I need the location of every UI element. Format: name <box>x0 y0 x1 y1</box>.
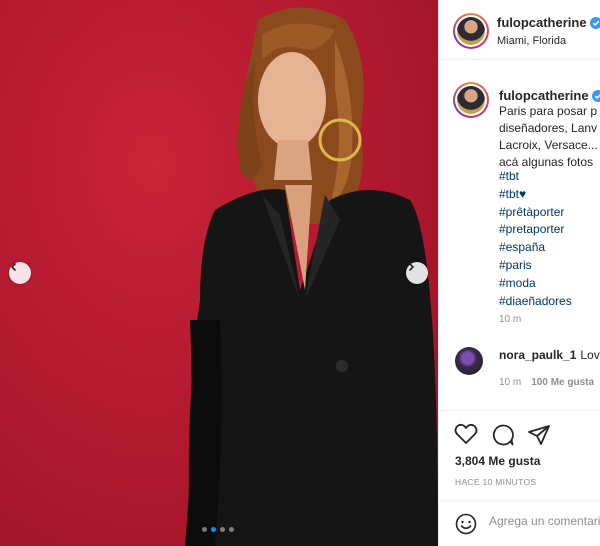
header-username[interactable]: fulopcatherine <box>497 15 600 30</box>
comment-body: nora_paulk_1 Love <box>499 348 600 362</box>
chevron-right-icon <box>408 262 415 272</box>
share-icon[interactable] <box>527 423 551 447</box>
slide-dot-active <box>211 527 216 532</box>
comment-username[interactable]: nora_paulk_1 <box>499 348 576 362</box>
previous-slide-button[interactable] <box>9 262 31 284</box>
post-image-illustration <box>185 7 438 546</box>
hashtag-link[interactable]: #tbt <box>499 168 572 186</box>
hashtag-link[interactable]: #paris <box>499 257 572 275</box>
caption-line: Lacroix, Versace... <box>499 138 598 152</box>
caption-line: Paris para posar p <box>499 104 598 118</box>
verified-badge-icon <box>589 17 600 29</box>
caption-timestamp[interactable]: 10 m <box>499 314 521 325</box>
caption-line: diseñadores, Lanv <box>499 121 598 135</box>
post-location[interactable]: Miami, Florida <box>497 35 566 47</box>
verified-badge-icon <box>591 90 600 102</box>
emoji-icon[interactable] <box>455 513 477 535</box>
hashtag-link[interactable]: #españa <box>499 239 572 257</box>
comment-likes[interactable]: 100 Me gusta <box>531 377 594 388</box>
comment-icon[interactable] <box>491 423 515 447</box>
post-details-panel: fulopcatherine Miami, Florida fulopcathe… <box>438 0 600 546</box>
slide-dot <box>202 527 207 532</box>
comment-timestamp[interactable]: 10 m <box>499 377 521 388</box>
comment-meta: 10 m 100 Me gusta <box>499 377 594 388</box>
comment-text: Love <box>580 348 600 362</box>
heart-icon[interactable] <box>454 423 478 445</box>
hashtag-list: #tbt #tbt♥ #prêtàporter #pretaporter #es… <box>499 168 572 310</box>
post-timestamp[interactable]: HACE 10 MINUTOS <box>455 477 536 487</box>
header-username-text[interactable]: fulopcatherine <box>497 15 587 30</box>
next-slide-button[interactable] <box>406 262 428 284</box>
slide-dot <box>229 527 234 532</box>
avatar[interactable] <box>453 13 489 49</box>
post-photo <box>0 0 438 546</box>
hashtag-link[interactable]: #diaeñadores <box>499 293 572 311</box>
likes-count[interactable]: 3,804 Me gusta <box>455 454 540 468</box>
hashtag-link[interactable]: #moda <box>499 275 572 293</box>
caption-username-text[interactable]: fulopcatherine <box>499 88 589 103</box>
caption-avatar[interactable] <box>453 82 489 118</box>
hashtag-link[interactable]: #tbt♥ <box>499 186 572 204</box>
add-comment-bar <box>439 500 600 546</box>
comment-input[interactable] <box>489 514 600 528</box>
slide-dot <box>220 527 225 532</box>
chevron-left-icon <box>10 262 17 272</box>
caption-username[interactable]: fulopcatherine <box>499 88 600 103</box>
hashtag-link[interactable]: #pretaporter <box>499 221 572 239</box>
hashtag-link[interactable]: #prêtàporter <box>499 204 572 222</box>
slide-indicator <box>202 527 234 532</box>
post-actions: 3,804 Me gusta HACE 10 MINUTOS <box>439 410 600 490</box>
post-header: fulopcatherine Miami, Florida <box>439 0 600 60</box>
comment-avatar[interactable] <box>455 347 483 375</box>
caption-text: Paris para posar p diseñadores, Lanv Lac… <box>499 103 600 171</box>
